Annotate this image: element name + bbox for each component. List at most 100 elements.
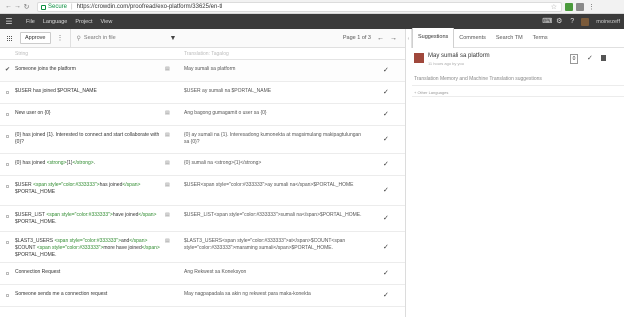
approve-check-icon[interactable]: ✓ [383, 135, 389, 143]
translation-string: Ang bagong gumagamit o user sa {0} [184, 110, 267, 116]
row-check-icon[interactable]: ✔ [5, 66, 10, 73]
search-input[interactable] [83, 35, 154, 41]
table-row[interactable]: Someone sends me a connection request May… [0, 285, 405, 307]
comment-icon[interactable]: ▤ [165, 110, 170, 116]
translation-string: {0} ay sumali na {1}. Interesadong kumon… [184, 132, 362, 145]
keyboard-icon[interactable]: ⌨ [542, 18, 552, 26]
help-icon[interactable]: ? [568, 18, 576, 26]
menu-view[interactable]: View [100, 19, 112, 25]
source-string: $USER <span style="color:#333333">has jo… [15, 182, 141, 195]
approve-check-icon[interactable]: ✓ [383, 186, 389, 194]
trash-icon[interactable] [601, 55, 606, 61]
table-row[interactable]: {0} has joined <strong>{1}</strong>. ▤ {0}… [0, 154, 405, 176]
translation-string: $USER ay sumali na $PORTAL_NAME [184, 88, 272, 94]
source-string: Connection Request [15, 269, 61, 275]
approve-check-icon[interactable]: ✓ [383, 214, 389, 222]
source-string: $LAST3_USERS <span style="color:#333333"… [15, 238, 160, 258]
row-checkbox[interactable] [6, 241, 9, 244]
source-string: Someone joins the platform [15, 66, 76, 72]
extension-icon[interactable] [576, 2, 584, 11]
approve-button[interactable]: Approve [20, 32, 51, 44]
tab-suggestions[interactable]: Suggestions [412, 28, 455, 48]
avatar [414, 53, 424, 63]
translation-string: $LAST3_USERS<span style="color:#333333">… [184, 238, 346, 251]
row-checkbox[interactable] [6, 272, 9, 275]
table-row[interactable]: $LAST3_USERS <span style="color:#333333"… [0, 232, 405, 263]
more-options-icon[interactable]: ⋮ [57, 34, 64, 42]
column-string: String [15, 51, 29, 57]
grid-view-icon[interactable] [6, 35, 12, 41]
divider [412, 96, 624, 97]
prev-page-icon[interactable]: ← [377, 35, 384, 42]
tab-terms[interactable]: Terms [528, 29, 553, 48]
row-checkbox[interactable] [6, 294, 9, 297]
star-icon[interactable]: ☆ [551, 3, 557, 11]
menu-language[interactable]: Language [43, 19, 67, 25]
comment-icon[interactable]: ▤ [165, 238, 170, 244]
search-icon: ⚲ [76, 35, 81, 42]
approve-check-icon[interactable]: ✓ [383, 88, 389, 96]
approve-check-icon[interactable]: ✓ [383, 269, 389, 277]
table-row[interactable]: $USER <span style="color:#333333">has jo… [0, 176, 405, 206]
check-icon[interactable]: ✓ [587, 54, 593, 62]
browser-toolbar: ← → ↻ Secure | https://crowdin.com/proof… [0, 0, 624, 14]
comment-icon[interactable]: ▤ [165, 212, 170, 218]
gear-icon[interactable]: ⚙ [555, 18, 563, 26]
panel-tabs: Suggestions Comments Search TM Terms [412, 28, 624, 48]
next-page-icon[interactable]: → [390, 35, 397, 42]
comment-icon[interactable]: ▤ [165, 66, 170, 72]
row-checkbox[interactable] [6, 113, 9, 116]
forward-icon[interactable]: → [13, 2, 22, 12]
avatar[interactable] [581, 17, 590, 26]
menu-project[interactable]: Project [75, 19, 92, 25]
row-checkbox[interactable] [6, 185, 9, 188]
approve-check-icon[interactable]: ✓ [383, 291, 389, 299]
table-row[interactable]: New user on {0} ▤ Ang bagong gumagamit o u… [0, 104, 405, 126]
page-indicator: Page 1 of 3 [342, 35, 371, 41]
approve-check-icon[interactable]: ✓ [383, 243, 389, 251]
suggestion-item: May sumali sa platform 11 hours ago by y… [414, 53, 622, 69]
tm-heading: Translation Memory and Machine Translati… [414, 76, 542, 82]
comment-icon[interactable]: ▤ [165, 132, 170, 138]
suggestion-text[interactable]: May sumali sa platform [428, 53, 490, 59]
comment-icon[interactable]: ▤ [165, 160, 170, 166]
tab-search-tm[interactable]: Search TM [491, 29, 528, 48]
column-translation: Translation: Tagalog [184, 51, 229, 57]
table-row[interactable]: $USER has joined $PORTAL_NAME $USER ay su… [0, 82, 405, 104]
filter-icon[interactable]: ▼ [170, 35, 177, 42]
browser-menu-icon[interactable]: ⋮ [588, 3, 595, 11]
editor-toolbar: Approve ⋮ ⚲ ▼ Page 1 of 3 ← → [0, 28, 405, 48]
tab-comments[interactable]: Comments [454, 29, 491, 48]
translation-string: Ang Rekwest sa Koneksyon [184, 269, 247, 275]
table-row[interactable]: Connection Request Ang Rekwest sa Koneksy… [0, 263, 405, 285]
address-bar[interactable]: Secure | https://crowdin.com/proofread/e… [37, 1, 562, 12]
vote-count[interactable]: 0 [570, 54, 578, 64]
source-string: New user on {0} [15, 110, 51, 116]
other-languages-link[interactable]: + Other Languages [414, 90, 448, 95]
reload-icon[interactable]: ↻ [22, 2, 31, 12]
source-string: {0} has joined {1}. Interested to connec… [15, 132, 160, 145]
menu-file[interactable]: File [26, 19, 35, 25]
source-string: $USER has joined $PORTAL_NAME [15, 88, 97, 94]
row-checkbox[interactable] [6, 163, 9, 166]
translation-string: $USER<span style="color:#333333">ay suma… [184, 182, 354, 188]
hamburger-icon[interactable]: ☰ [0, 17, 18, 26]
divider [412, 85, 624, 86]
row-checkbox[interactable] [6, 135, 9, 138]
row-checkbox[interactable] [6, 215, 9, 218]
source-string: {0} has joined <strong>{1}</strong>. [15, 160, 96, 166]
approve-check-icon[interactable]: ✓ [383, 160, 389, 168]
username[interactable]: moinezeff [596, 19, 620, 25]
app-header: ☰ File Language Project View ⌨ ⚙ ? moine… [0, 14, 624, 29]
table-row[interactable]: ✔ Someone joins the platform ▤ May sumali s… [0, 60, 405, 82]
comment-icon[interactable]: ▤ [165, 182, 170, 188]
row-checkbox[interactable] [6, 91, 9, 94]
back-icon[interactable]: ← [4, 2, 13, 12]
string-list: ✔ Someone joins the platform ▤ May sumali s… [0, 60, 405, 317]
approve-check-icon[interactable]: ✓ [383, 110, 389, 118]
lock-icon [41, 5, 46, 10]
extension-icon[interactable] [565, 2, 573, 11]
table-row[interactable]: $USER_LIST <span style="color:#333333">h… [0, 206, 405, 232]
approve-check-icon[interactable]: ✓ [383, 66, 389, 74]
table-row[interactable]: {0} has joined {1}. Interested to connec… [0, 126, 405, 154]
